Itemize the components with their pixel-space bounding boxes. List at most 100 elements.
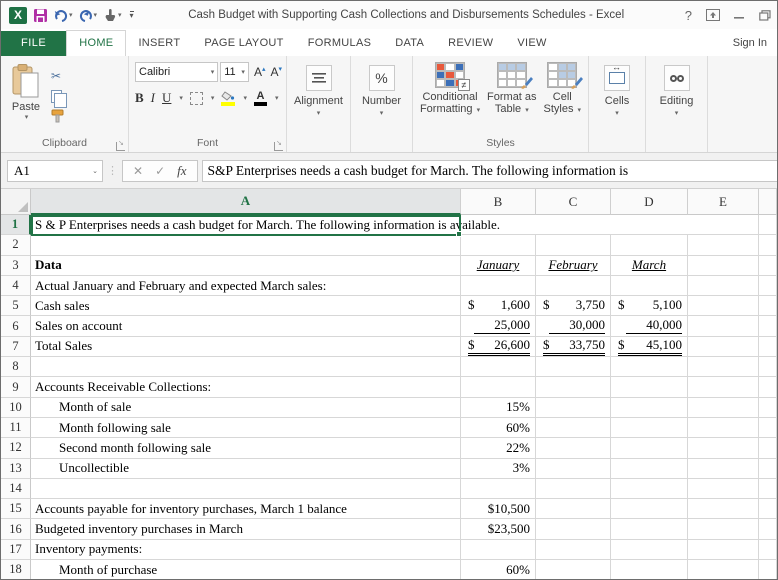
row-header-5[interactable]: 5 bbox=[1, 296, 31, 317]
undo-button[interactable]: ▾ bbox=[52, 8, 75, 23]
cell-E11[interactable] bbox=[688, 417, 759, 439]
cell-A14[interactable] bbox=[31, 478, 461, 500]
row-header-3[interactable]: 3 bbox=[1, 255, 31, 276]
cancel-button[interactable]: ✕ bbox=[133, 164, 143, 178]
row-header-12[interactable]: 12 bbox=[1, 438, 31, 459]
cell-B16[interactable]: $23,500 bbox=[461, 519, 536, 540]
cell-B3[interactable]: January bbox=[461, 255, 536, 276]
cells-group[interactable]: Cells ▾ bbox=[589, 56, 646, 152]
cell-B10[interactable]: 15% bbox=[461, 397, 536, 418]
row-header-17[interactable]: 17 bbox=[1, 539, 31, 561]
row-header-6[interactable]: 6 bbox=[1, 316, 31, 337]
cell-A17[interactable]: Inventory payments: bbox=[31, 539, 461, 561]
cell-F11[interactable] bbox=[759, 417, 777, 439]
column-header-d[interactable]: D bbox=[611, 189, 688, 215]
cell-F3[interactable] bbox=[759, 255, 777, 276]
cell-A10[interactable]: Month of sale bbox=[31, 397, 461, 418]
cell-E9[interactable] bbox=[688, 377, 759, 398]
cell-F5[interactable] bbox=[759, 296, 777, 317]
cell-B13[interactable]: 3% bbox=[461, 458, 536, 479]
tab-home[interactable]: HOME bbox=[66, 30, 127, 56]
borders-button[interactable] bbox=[189, 91, 203, 105]
cell-B4[interactable] bbox=[461, 275, 536, 297]
bold-button[interactable]: B bbox=[135, 90, 144, 106]
cell-E6[interactable] bbox=[688, 316, 759, 337]
italic-button[interactable]: I bbox=[151, 90, 155, 106]
cell-F10[interactable] bbox=[759, 397, 777, 418]
cell-C11[interactable] bbox=[536, 417, 611, 439]
cell-C2[interactable] bbox=[536, 235, 611, 256]
cell-B14[interactable] bbox=[461, 478, 536, 500]
ribbon-display-options-button[interactable] bbox=[706, 9, 720, 21]
cell-F7[interactable] bbox=[759, 336, 777, 358]
row-header-8[interactable]: 8 bbox=[1, 357, 31, 378]
cell-E7[interactable] bbox=[688, 336, 759, 358]
cell-C13[interactable] bbox=[536, 458, 611, 479]
editing-group[interactable]: Editing ▾ bbox=[646, 56, 708, 152]
tab-data[interactable]: DATA bbox=[383, 31, 436, 56]
excel-app-icon[interactable]: X bbox=[7, 6, 29, 25]
tab-page-layout[interactable]: PAGE LAYOUT bbox=[192, 31, 295, 56]
tab-formulas[interactable]: FORMULAS bbox=[296, 31, 384, 56]
cell-E5[interactable] bbox=[688, 296, 759, 317]
cell-F14[interactable] bbox=[759, 478, 777, 500]
row-header-10[interactable]: 10 bbox=[1, 397, 31, 418]
cell-E4[interactable] bbox=[688, 275, 759, 297]
cell-C10[interactable] bbox=[536, 397, 611, 418]
cell-C18[interactable] bbox=[536, 560, 611, 579]
cell-A4[interactable]: Actual January and February and expected… bbox=[31, 275, 461, 297]
formula-input[interactable]: S&P Enterprises needs a cash budget for … bbox=[201, 159, 777, 182]
cell-F2[interactable] bbox=[759, 235, 777, 256]
cell-D16[interactable] bbox=[611, 519, 688, 540]
cell-D6[interactable]: 40,000 bbox=[611, 316, 688, 337]
copy-button[interactable]: ▾ bbox=[51, 88, 67, 108]
tab-insert[interactable]: INSERT bbox=[126, 31, 192, 56]
row-header-4[interactable]: 4 bbox=[1, 275, 31, 297]
restore-button[interactable] bbox=[759, 9, 771, 21]
cell-D5[interactable]: $5,100 bbox=[611, 296, 688, 317]
cell-B15[interactable]: $10,500 bbox=[461, 499, 536, 520]
cell-C3[interactable]: February bbox=[536, 255, 611, 276]
font-size-select[interactable]: 11 ▾ bbox=[220, 62, 249, 82]
cell-B2[interactable] bbox=[461, 235, 536, 256]
column-header-c[interactable]: C bbox=[536, 189, 611, 215]
cell-B12[interactable]: 22% bbox=[461, 438, 536, 459]
cell-B9[interactable] bbox=[461, 377, 536, 398]
cell-B6[interactable]: 25,000 bbox=[461, 316, 536, 337]
cell-F1[interactable] bbox=[759, 215, 777, 236]
cell-D3[interactable]: March bbox=[611, 255, 688, 276]
number-group[interactable]: % Number ▾ bbox=[351, 56, 413, 152]
cell-E18[interactable] bbox=[688, 560, 759, 579]
cell-D17[interactable] bbox=[611, 539, 688, 561]
shrink-font-button[interactable]: A bbox=[270, 65, 282, 79]
cell-D15[interactable] bbox=[611, 499, 688, 520]
insert-function-button[interactable]: fx bbox=[177, 163, 186, 179]
row-header-18[interactable]: 18 bbox=[1, 560, 31, 579]
select-all-corner[interactable] bbox=[1, 189, 31, 215]
cell-F8[interactable] bbox=[759, 357, 777, 378]
cell-E12[interactable] bbox=[688, 438, 759, 459]
save-button[interactable] bbox=[31, 7, 50, 24]
underline-button[interactable]: U bbox=[162, 90, 171, 106]
cell-A1[interactable]: S & P Enterprises needs a cash budget fo… bbox=[31, 215, 688, 236]
cell-F15[interactable] bbox=[759, 499, 777, 520]
tab-review[interactable]: REVIEW bbox=[436, 31, 505, 56]
help-button[interactable]: ? bbox=[685, 8, 692, 23]
cell-E15[interactable] bbox=[688, 499, 759, 520]
redo-button[interactable]: ▾ bbox=[77, 8, 100, 23]
cell-D11[interactable] bbox=[611, 417, 688, 439]
cell-F4[interactable] bbox=[759, 275, 777, 297]
format-painter-button[interactable] bbox=[51, 108, 67, 124]
touch-mode-button[interactable]: ▾ bbox=[101, 7, 124, 23]
clipboard-dialog-launcher[interactable] bbox=[116, 139, 125, 151]
cell-B5[interactable]: $1,600 bbox=[461, 296, 536, 317]
font-dialog-launcher[interactable] bbox=[274, 139, 283, 151]
cell-C7[interactable]: $33,750 bbox=[536, 336, 611, 358]
cell-C8[interactable] bbox=[536, 357, 611, 378]
cell-E16[interactable] bbox=[688, 519, 759, 540]
cell-E3[interactable] bbox=[688, 255, 759, 276]
cell-A2[interactable] bbox=[31, 235, 461, 256]
cell-F13[interactable] bbox=[759, 458, 777, 479]
cell-C15[interactable] bbox=[536, 499, 611, 520]
cell-A12[interactable]: Second month following sale bbox=[31, 438, 461, 459]
